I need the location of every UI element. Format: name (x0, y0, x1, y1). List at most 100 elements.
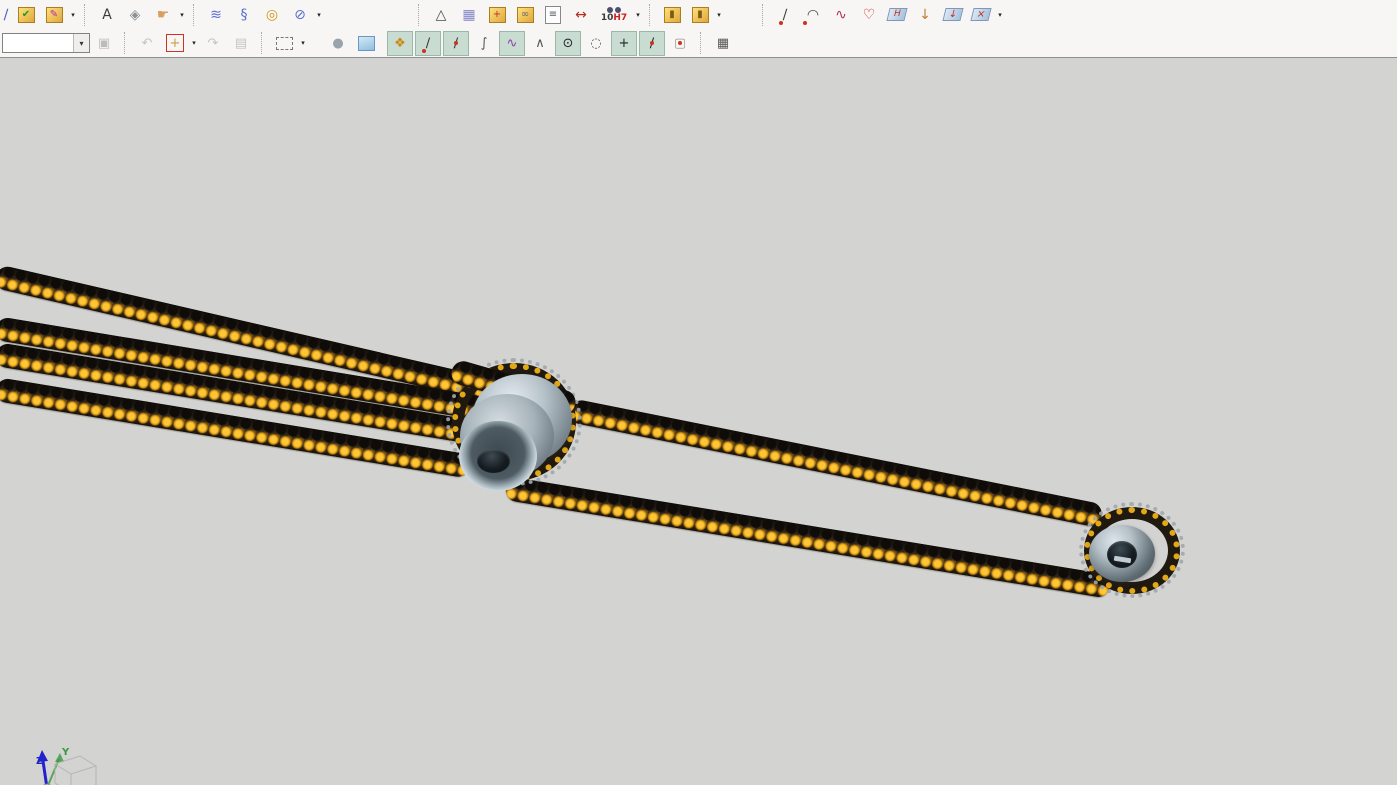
undo-button[interactable]: ↶ (134, 31, 160, 56)
snap-point-on-face-toggle[interactable]: ▢ (667, 31, 693, 56)
snap-arc-icon: ∧ (535, 35, 545, 51)
draft-analysis-icon: A (102, 6, 112, 23)
finish-sketch-icon: ✔ (17, 6, 35, 23)
lock-assembly-button-dropdown[interactable]: ▾ (714, 2, 724, 27)
surface-flow-icon: ↓ (942, 8, 964, 21)
snap-point-toggle[interactable]: ❖ (387, 30, 413, 56)
selection-toolbar: ▾ ▣ ↶ + ▾ ↷ ▤ ▾ ● ❖ ∕ ∕ ∫ ∿ ∧ ⊙ ◌ + ∕ ▢ ▦ (0, 29, 1397, 57)
transparent-box-icon (357, 35, 375, 51)
finish-sketch-button[interactable]: ✔ (13, 2, 39, 27)
lock-assembly-button[interactable]: ▮ (687, 2, 713, 27)
limits-fits-search-button[interactable]: 10 H7 (596, 2, 632, 27)
undo-icon: ↶ (141, 35, 153, 51)
lock-part-button[interactable]: ▮ (659, 2, 685, 27)
clipped-left-button[interactable]: ∕ (1, 2, 11, 27)
project-curve-icon: ↓ (919, 6, 931, 23)
rectangle-select-button-dropdown[interactable]: ▾ (298, 31, 308, 56)
dimension-style-brush-button[interactable]: ↔ (568, 2, 594, 27)
pick-from-list-button-dropdown[interactable]: ▾ (177, 2, 187, 27)
rectangle-select-button[interactable] (271, 31, 297, 56)
polyline-button[interactable]: ∿ (828, 2, 854, 27)
surface-h-button[interactable]: H (884, 2, 910, 27)
snap-endpoint-toggle[interactable]: ∕ (415, 30, 441, 56)
snap-point-on-face-icon: ▢ (673, 35, 687, 51)
center-sprocket-bore (477, 449, 510, 473)
limits-fits-search-button-dropdown[interactable]: ▾ (633, 2, 643, 27)
torus-coil-icon: ◎ (265, 6, 279, 23)
shaded-view-button[interactable]: ● (325, 31, 351, 56)
triangle-mesh-button[interactable]: △ (428, 2, 454, 27)
snap-pole-toggle[interactable]: ∫ (471, 31, 497, 56)
selection-filter-icon: + (166, 34, 184, 52)
pick-from-list-icon: ☛ (156, 6, 170, 23)
layer-settings-button[interactable]: ▤ (228, 31, 254, 56)
closed-curve-button[interactable]: ♡ (856, 2, 882, 27)
z-axis-label: Z (36, 756, 43, 767)
toolbar-separator (124, 32, 129, 54)
tolerance-label: 10 H7 (600, 12, 628, 23)
snap-arc-toggle[interactable]: ∧ (527, 31, 553, 56)
lock-assembly-icon: ▮ (691, 6, 709, 23)
toolbar-separator (261, 32, 266, 54)
torus-coil-button[interactable]: ◎ (259, 2, 285, 27)
toolbar-separator (418, 3, 423, 26)
annotation-attributes-button-dropdown[interactable]: ▾ (68, 2, 78, 27)
viewport[interactable]: Z Y X (0, 57, 1397, 785)
spreadsheet-button[interactable]: ▦ (456, 2, 482, 27)
redo-button[interactable]: ↷ (200, 31, 226, 56)
snap-midpoint-icon: ∕ (453, 35, 459, 51)
annotation-attributes-button[interactable]: ✎ (41, 2, 67, 27)
snap-pole-icon: ∫ (480, 35, 488, 51)
note-editor-icon: ≡ (545, 5, 561, 24)
coil-stack-button[interactable]: ≋ (203, 2, 229, 27)
selection-scope-input[interactable] (3, 34, 73, 52)
right-sprocket-keyway (1113, 555, 1132, 564)
rectangle-select-icon (275, 36, 293, 50)
spring-suppress-icon: ⊘ (294, 6, 306, 23)
selection-filter-button[interactable]: + (162, 31, 188, 56)
snap-quadrant-toggle[interactable]: ◌ (583, 31, 609, 56)
grid-snap-icon: ▦ (716, 35, 730, 51)
main-toolbar: ∕ ✔ ✎ ▾ A ◈ ☛ ▾ ≋ § ◎ ⊘ ▾ △ ▦ + ∞ ≡ ↔ 10 H7 ▾ ▮ ▮ ▾ ∕ ◠ ∿ ♡ H ↓ ↓ × ▾ (0, 0, 1397, 29)
circle-set-folder-button[interactable]: ∞ (512, 2, 538, 27)
snap-intersection-toggle[interactable]: + (611, 30, 637, 56)
draft-analysis-button[interactable]: A (94, 2, 120, 27)
triangle-mesh-icon: △ (435, 6, 447, 23)
snap-midpoint-toggle[interactable]: ∕ (443, 30, 469, 56)
spring-suppress-button[interactable]: ⊘ (287, 2, 313, 27)
snap-point-on-curve-toggle[interactable]: ∕ (639, 30, 665, 56)
closed-curve-icon: ♡ (862, 6, 876, 23)
selection-filter-button-dropdown[interactable]: ▾ (189, 31, 199, 56)
point-set-folder-icon: + (488, 6, 506, 23)
toolbar-separator (700, 32, 705, 54)
surface-flow-button[interactable]: ↓ (940, 2, 966, 27)
surface-cross-button[interactable]: × (968, 2, 994, 27)
snap-center-icon: ⊙ (562, 35, 574, 51)
surface-cross-icon: × (970, 8, 992, 21)
spring-button[interactable]: § (231, 2, 257, 27)
face-wedge-icon: ◈ (129, 6, 141, 23)
note-editor-button[interactable]: ≡ (540, 2, 566, 27)
surface-cross-button-dropdown[interactable]: ▾ (995, 2, 1005, 27)
dimension-style-brush-icon: ↔ (575, 6, 587, 23)
grid-snap-button[interactable]: ▦ (710, 31, 736, 56)
selection-scope-combo[interactable]: ▾ (2, 33, 90, 53)
assembly-window-button[interactable]: ▣ (91, 31, 117, 56)
snap-quadrant-icon: ◌ (590, 35, 602, 51)
project-curve-button[interactable]: ↓ (912, 2, 938, 27)
snap-spline-point-toggle[interactable]: ∿ (499, 30, 525, 56)
snap-center-toggle[interactable]: ⊙ (555, 30, 581, 56)
snap-point-icon: ❖ (394, 35, 406, 51)
toolbar-separator (649, 3, 654, 26)
arc-three-point-button[interactable]: ◠ (800, 2, 826, 27)
face-wedge-button[interactable]: ◈ (122, 2, 148, 27)
toolbar-gap (724, 14, 756, 15)
spring-suppress-button-dropdown[interactable]: ▾ (314, 2, 324, 27)
combo-dropdown-icon[interactable]: ▾ (73, 34, 89, 52)
redo-icon: ↷ (207, 35, 219, 51)
point-set-folder-button[interactable]: + (484, 2, 510, 27)
line-two-point-button[interactable]: ∕ (772, 2, 798, 27)
transparent-box-button[interactable] (353, 31, 379, 56)
pick-from-list-button[interactable]: ☛ (150, 2, 176, 27)
snap-point-on-curve-icon: ∕ (649, 35, 655, 51)
